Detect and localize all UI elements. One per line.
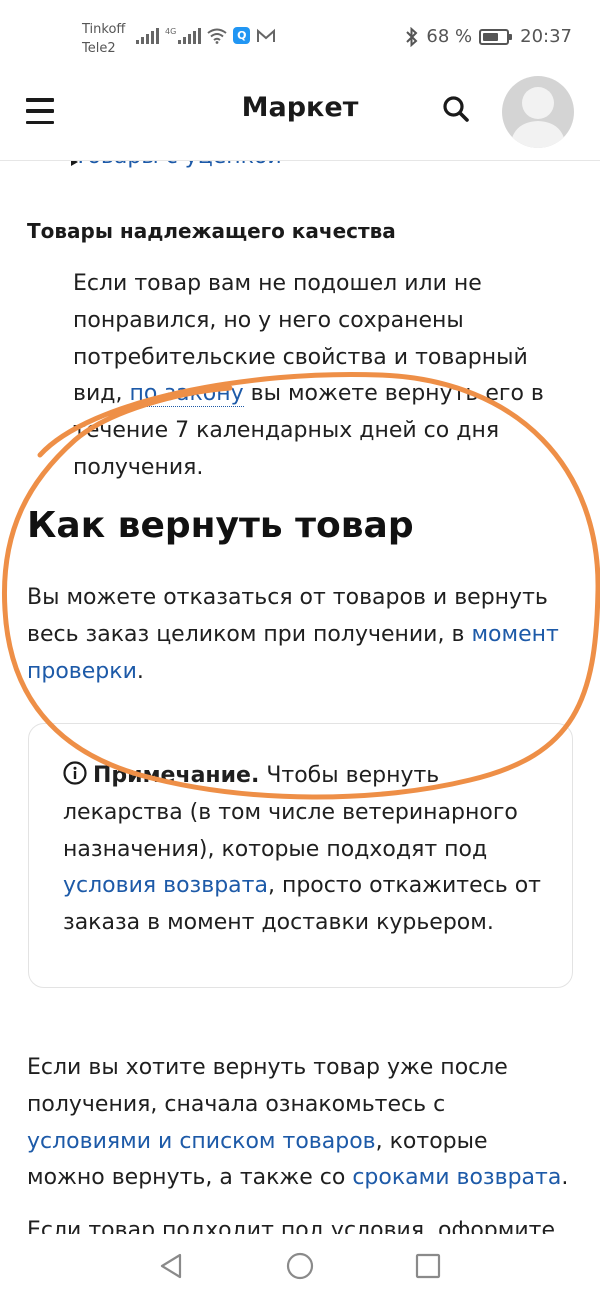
carrier-names: Tinkoff Tele2 xyxy=(82,20,125,58)
battery-percent: 68 % xyxy=(426,26,473,47)
bluetooth-icon xyxy=(406,26,418,47)
return-heading: Как вернуть товар xyxy=(27,505,414,546)
return-conditions-link[interactable]: условия возврата xyxy=(63,873,268,898)
note-box: Примечание. Чтобы вернуть лекарства (в т… xyxy=(28,723,573,988)
mail-icon xyxy=(257,28,276,42)
system-nav-bar xyxy=(0,1234,600,1299)
section-heading-quality: Товары надлежащего качества xyxy=(27,219,396,243)
avatar-silhouette-icon xyxy=(510,87,566,148)
info-icon xyxy=(63,761,87,785)
discounted-goods-link[interactable]: Товары с уценкой xyxy=(74,160,282,169)
cut-off-paragraph: Если товар подходит под условия, оформит… xyxy=(27,1218,555,1234)
return-end: . xyxy=(136,658,144,684)
return-deadlines-link[interactable]: сроками возврата xyxy=(352,1165,561,1190)
after-receipt-paragraph: Если вы хотите вернуть товар уже после п… xyxy=(27,1050,572,1197)
after-text-1: Если вы хотите вернуть товар уже после п… xyxy=(27,1055,508,1117)
search-app-icon: Q xyxy=(233,27,251,44)
network-type-label: 4G xyxy=(165,27,177,36)
nav-recents-icon[interactable] xyxy=(415,1253,441,1279)
right-status: 68 % 20:37 xyxy=(405,26,572,47)
avatar[interactable] xyxy=(502,76,574,148)
nav-back-icon[interactable] xyxy=(158,1252,184,1280)
battery-icon xyxy=(479,28,513,45)
signal-2-icon xyxy=(178,27,202,44)
carrier-1: Tinkoff xyxy=(82,22,126,37)
clock: 20:37 xyxy=(520,26,572,47)
conditions-and-list-link[interactable]: условиями и списком товаров xyxy=(27,1129,376,1154)
status-bar: Tinkoff Tele2 4G Q 68 % 20:37 xyxy=(0,0,600,76)
signal-icons: 4G Q xyxy=(136,27,276,44)
list-item-discounted-goods[interactable]: Товары с уценкой xyxy=(71,160,282,169)
by-law-link[interactable]: по закону xyxy=(129,381,244,408)
search-icon[interactable] xyxy=(441,94,471,124)
app-header: Маркет xyxy=(0,76,600,161)
nav-home-icon[interactable] xyxy=(286,1252,314,1280)
return-text: Вы можете отказаться от товаров и вернут… xyxy=(27,585,548,647)
after-end: . xyxy=(561,1165,569,1191)
note-label: Примечание. xyxy=(93,763,260,788)
signal-1-icon xyxy=(136,27,159,44)
return-paragraph: Вы можете отказаться от товаров и вернут… xyxy=(27,580,572,690)
carrier-2: Tele2 xyxy=(82,41,116,56)
quality-paragraph: Если товар вам не подошел или не понрави… xyxy=(73,266,563,487)
note-text: Примечание. Чтобы вернуть лекарства (в т… xyxy=(63,758,553,942)
article-content: Товары с уценкой Товары надлежащего каче… xyxy=(0,160,600,1234)
wifi-icon xyxy=(207,28,227,44)
